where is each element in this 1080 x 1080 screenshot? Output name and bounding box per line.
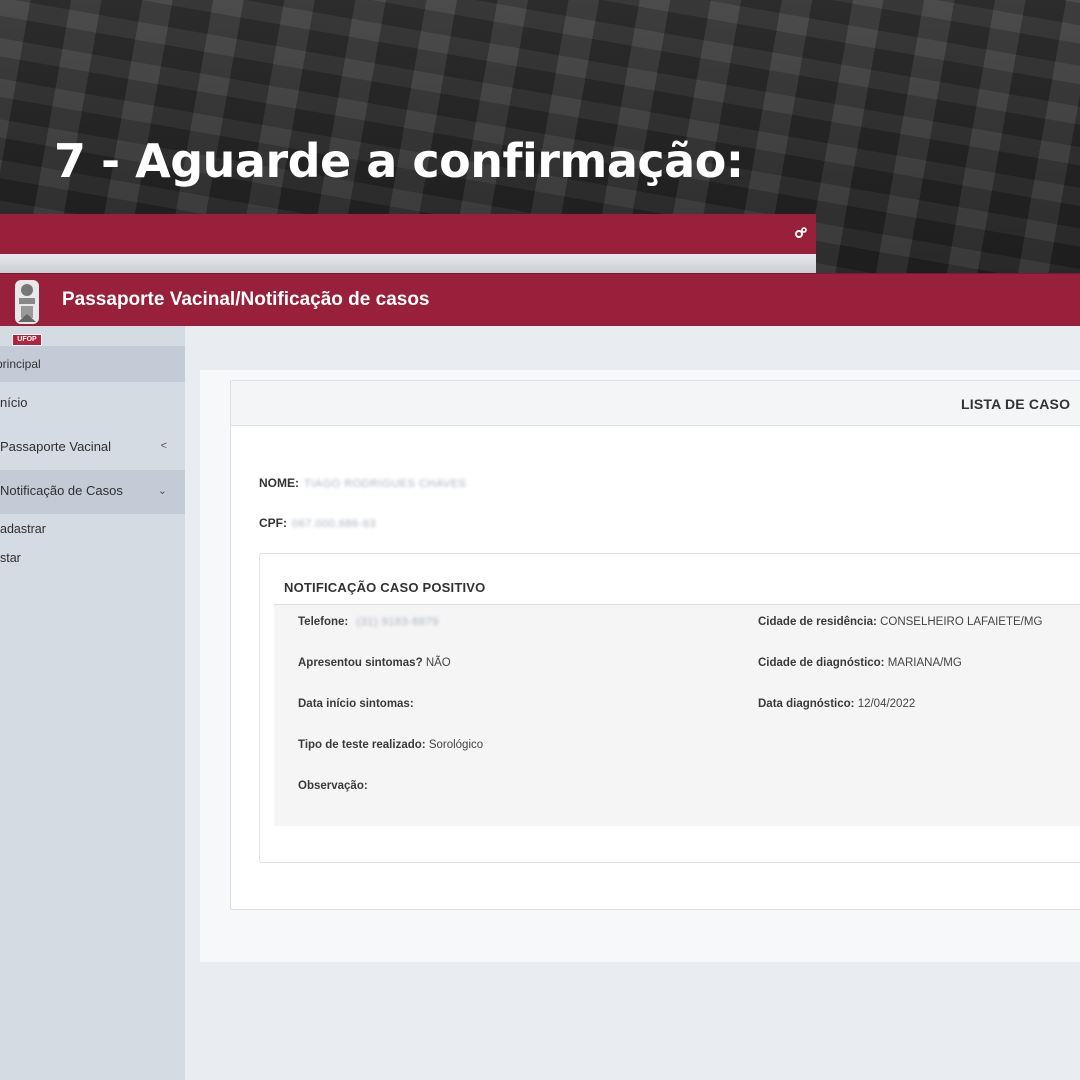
sidebar-item-label: Notificação de Casos <box>0 483 123 498</box>
field-cidade-residencia: Cidade de residência: CONSELHEIRO LAFAIE… <box>758 616 1042 628</box>
field-label: Tipo de teste realizado: <box>298 739 426 751</box>
field-telefone: Telefone: (31) 9183-8879 <box>298 616 439 628</box>
content-panel: LISTA DE CASO NOME: TIAGO RODRIGUES CHAVE… <box>200 370 1080 962</box>
notification-box: NOTIFICAÇÃO CASO POSITIVO Telefone: (31)… <box>259 553 1080 863</box>
field-label: Data início sintomas: <box>298 698 414 710</box>
field-tipo-teste: Tipo de teste realizado: Sorológico <box>298 739 483 751</box>
field-cidade-diagnostico: Cidade de diagnóstico: MARIANA/MG <box>758 657 962 669</box>
ufop-logo[interactable]: UFOP <box>10 278 44 346</box>
cpf-value: 067.000.686-63 <box>292 518 377 530</box>
field-label: Telefone: <box>298 616 349 628</box>
sidebar-subitem-listar[interactable]: star <box>0 551 21 565</box>
sidebar-item-label: nício <box>0 395 28 410</box>
nome-row: NOME: TIAGO RODRIGUES CHAVES <box>259 476 466 490</box>
field-sintomas: Apresentou sintomas? NÃO <box>298 657 451 669</box>
app-window: UFOP Passaporte Vacinal/Notificação de c… <box>0 273 1080 1080</box>
sidebar-item-label: Passaporte Vacinal <box>0 439 112 454</box>
sidebar-subitem-cadastrar[interactable]: adastrar <box>0 522 46 536</box>
field-value: Sorológico <box>428 739 484 751</box>
background-browser-window <box>0 214 816 274</box>
nome-value: TIAGO RODRIGUES CHAVES <box>304 478 467 490</box>
sidebar-item-inicio[interactable]: nício <box>0 382 185 426</box>
field-data-inicio-sintomas: Data início sintomas: <box>298 698 414 710</box>
field-label: Apresentou sintomas? <box>298 657 423 669</box>
notification-body: Telefone: (31) 9183-8879 Apresentou sint… <box>274 604 1080 826</box>
field-data-diagnostico: Data diagnóstico: 12/04/2022 <box>758 698 915 710</box>
sidebar: principal nício Passaporte Vacinal < Not… <box>0 326 185 1080</box>
card-header: LISTA DE CASO <box>231 381 1080 426</box>
field-value: NÃO <box>425 657 451 669</box>
field-value: 12/04/2022 <box>857 698 916 710</box>
ufop-emblem-icon <box>15 280 39 324</box>
sidebar-item-notificacao-casos[interactable]: Notificação de Casos ⌄ <box>0 470 185 514</box>
field-label: Data diagnóstico: <box>758 698 855 710</box>
background-topbar <box>0 214 816 254</box>
app-title: Passaporte Vacinal/Notificação de casos <box>62 289 430 310</box>
app-header: UFOP Passaporte Vacinal/Notificação de c… <box>0 273 1080 346</box>
field-label: Observação: <box>298 780 368 792</box>
nome-label: NOME: <box>259 476 299 490</box>
field-label: Cidade de residência: <box>758 616 877 628</box>
field-value: MARIANA/MG <box>887 657 962 669</box>
field-label: Cidade de diagnóstico: <box>758 657 885 669</box>
sidebar-section-header: principal <box>0 346 185 382</box>
card-title: LISTA DE CASO <box>961 396 1071 412</box>
chevron-left-icon: < <box>160 440 167 452</box>
background-strip <box>0 254 816 274</box>
cpf-row: CPF: 067.000.686-63 <box>259 516 376 530</box>
sidebar-item-passaporte-vacinal[interactable]: Passaporte Vacinal < <box>0 426 185 470</box>
logo-label: UFOP <box>12 334 42 346</box>
chevron-down-icon: ⌄ <box>157 485 167 497</box>
field-observacao: Observação: <box>298 780 368 792</box>
field-value: CONSELHEIRO LAFAIETE/MG <box>880 616 1043 628</box>
headline: 7 - Aguarde a confirmação: <box>54 134 744 188</box>
case-list-card: LISTA DE CASO NOME: TIAGO RODRIGUES CHAVE… <box>230 380 1080 910</box>
notification-title: NOTIFICAÇÃO CASO POSITIVO <box>284 580 486 595</box>
cpf-label: CPF: <box>259 516 287 530</box>
telefone-value: (31) 9183-8879 <box>356 616 439 628</box>
gear-icon[interactable] <box>794 226 808 240</box>
